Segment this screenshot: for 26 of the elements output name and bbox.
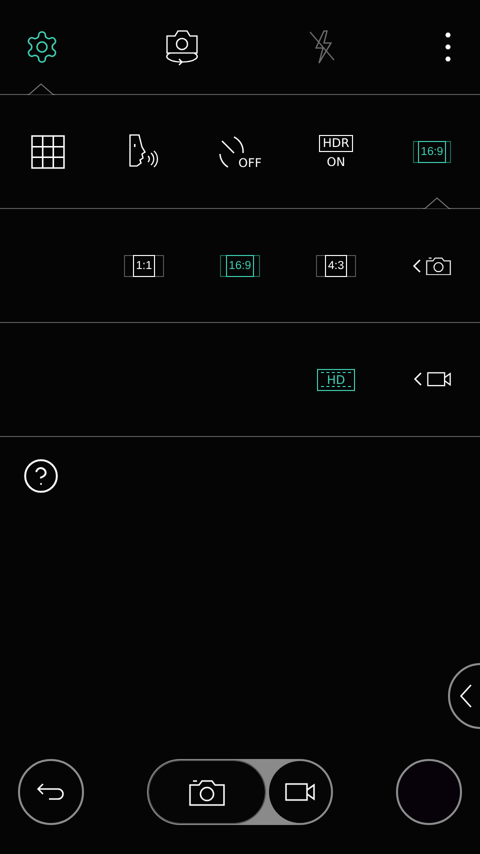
voice-face-icon (128, 134, 160, 170)
selection-pointer (27, 83, 55, 95)
picture-size-option[interactable]: 16:9 (220, 254, 260, 276)
photo-mode-button[interactable] (149, 761, 265, 823)
aspect-ratio-button[interactable]: 16:9 (413, 140, 451, 162)
grid-icon (31, 134, 65, 168)
chevron-left-icon (460, 684, 472, 708)
voice-shutter-button[interactable] (128, 134, 160, 170)
selection-pointer (423, 197, 451, 209)
chevron-left-icon (414, 372, 422, 386)
help-icon[interactable] (22, 457, 60, 495)
video-camera-icon (426, 372, 450, 387)
chevron-left-icon (413, 258, 421, 272)
grid-button[interactable] (31, 134, 65, 168)
picture-size-option[interactable]: 1:1 (124, 254, 164, 276)
picture-size-option[interactable]: 4:3 (316, 254, 356, 276)
flash-off-icon (307, 29, 337, 65)
back-arrow-icon (37, 782, 65, 802)
video-camera-icon (285, 783, 315, 801)
timer-button[interactable]: OFF (218, 134, 262, 168)
video-mode-button[interactable] (269, 761, 331, 823)
video-quality-option[interactable]: HD (317, 368, 355, 390)
more-vertical-icon (445, 32, 451, 62)
back-button[interactable] (18, 759, 84, 825)
camera-icon (426, 256, 451, 276)
camera-icon (189, 778, 225, 806)
